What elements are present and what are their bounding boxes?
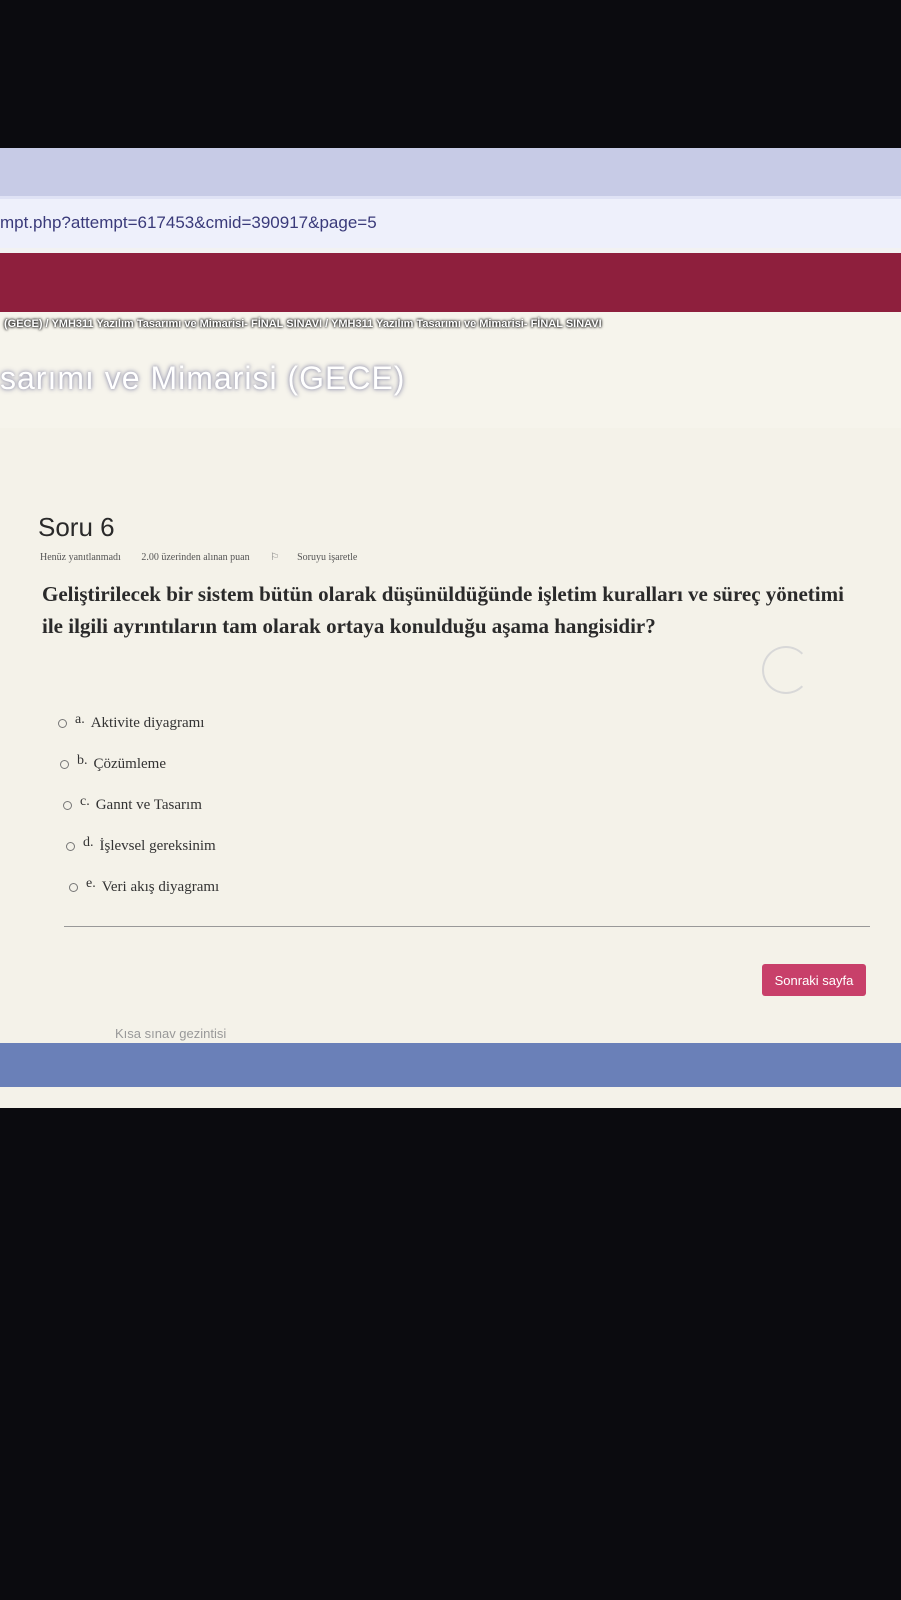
question-title: Soru 6 [38, 512, 115, 542]
flag-icon: ⚐ [270, 552, 280, 563]
loading-spinner-icon [762, 646, 810, 694]
flag-question-label: Soruyu işaretle [297, 552, 358, 563]
option-letter: b. [77, 752, 88, 768]
url-text: mpt.php?attempt=617453&cmid=390917&page=… [0, 213, 377, 232]
question-status: Henüz yanıtlanmadı [40, 552, 121, 563]
quiz-navigation-heading[interactable]: Kısa sınav gezintisi [115, 1026, 226, 1041]
browser-screen: mpt.php?attempt=617453&cmid=390917&page=… [0, 148, 901, 1108]
answer-option-a[interactable]: a. Aktivite diyagramı [58, 703, 219, 744]
option-label: İşlevsel gereksinim [99, 838, 216, 854]
next-page-button[interactable]: Sonraki sayfa [762, 964, 866, 996]
answer-option-e[interactable]: e. Veri akış diyagramı [69, 867, 219, 908]
course-banner: ​ ​ ​ ​ ​ ​ ​ (GECE) / YMH311 Yazılım Ta… [0, 312, 901, 428]
option-letter: a. [75, 711, 85, 727]
question-meta: Henüz yanıtlanmadı 2.00 üzerinden alınan… [40, 552, 393, 563]
taskbar [0, 1043, 901, 1087]
option-letter: e. [86, 875, 96, 891]
breadcrumb[interactable]: (GECE) / YMH311 Yazılım Tasarımı ve Mima… [4, 318, 602, 330]
divider [64, 926, 870, 927]
radio-button[interactable] [69, 883, 78, 892]
option-letter: c. [80, 793, 90, 809]
radio-button[interactable] [66, 842, 75, 851]
option-label: Gannt ve Tasarım [95, 797, 202, 813]
answer-option-c[interactable]: c. Gannt ve Tasarım [63, 785, 219, 826]
option-label: Veri akış diyagramı [101, 879, 220, 895]
answer-option-d[interactable]: d. İşlevsel gereksinim [66, 826, 219, 867]
course-title: sarımı ve Mimarisi (GECE) [0, 360, 406, 396]
answer-options: a. Aktivite diyagramı b. Çözümleme c. Ga… [58, 703, 219, 908]
option-label: Aktivite diyagramı [90, 715, 205, 731]
option-letter: d. [83, 834, 94, 850]
question-text: Geliştirilecek bir sistem bütün olarak d… [42, 582, 844, 638]
site-header-bar [0, 248, 901, 317]
question-points: 2.00 üzerinden alınan puan [141, 552, 250, 563]
answer-option-b[interactable]: b. Çözümleme [60, 744, 219, 785]
radio-button[interactable] [58, 719, 67, 728]
address-bar[interactable]: mpt.php?attempt=617453&cmid=390917&page=… [0, 196, 901, 251]
browser-tab-strip [0, 148, 901, 196]
option-label: Çözümleme [93, 756, 166, 772]
radio-button[interactable] [60, 760, 69, 769]
radio-button[interactable] [63, 801, 72, 810]
flag-question-link[interactable]: ⚐ Soruyu işaretle [270, 552, 375, 563]
